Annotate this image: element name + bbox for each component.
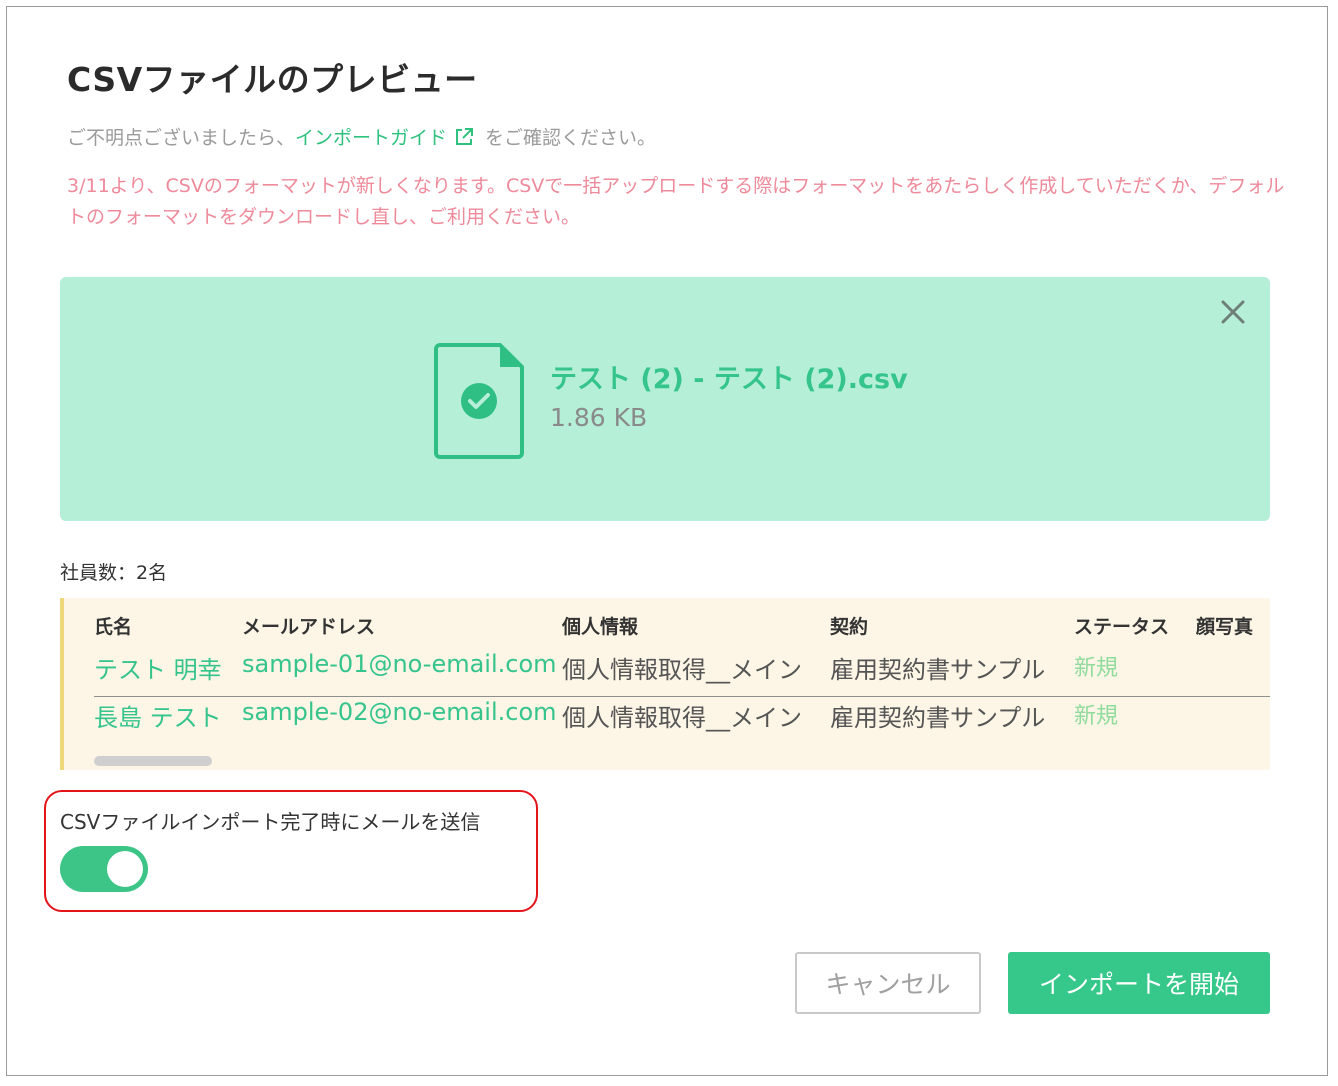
row-1-contract: 雇用契約書サンプル [830,656,1046,684]
import-guide-link[interactable]: インポートガイド [295,123,485,150]
help-text: ご不明点ございましたら、 インポートガイド をご確認ください。 [67,123,656,150]
email-toggle-label: CSVファイルインポート完了時にメールを送信 [60,810,481,834]
row-2-contract: 雇用契約書サンプル [830,704,1046,732]
file-name: テスト (2) - テスト (2).csv [550,364,908,395]
dialog-title: CSVファイルのプレビュー [67,60,478,99]
external-link-icon [456,127,474,145]
horizontal-scrollbar[interactable] [94,756,212,766]
employee-count: 社員数：2名 [60,562,168,584]
email-notification-toggle[interactable] [60,846,148,892]
file-check-icon [434,343,524,459]
help-suffix: をご確認ください。 [485,127,657,149]
header-personal-info: 個人情報 [562,616,639,638]
cancel-button[interactable]: キャンセル [795,952,981,1014]
row-divider [94,696,1270,697]
csv-preview-dialog: CSVファイルのプレビュー ご不明点ございましたら、 インポートガイド をご確認… [6,6,1328,1076]
row-1-name[interactable]: テスト 明幸 [94,650,222,685]
header-status: ステータス [1074,616,1170,638]
row-1-status: 新規 [1074,656,1119,681]
header-name: 氏名 [94,616,133,638]
header-photo: 顔写真 [1196,616,1254,638]
close-icon[interactable] [1218,297,1248,327]
help-prefix: ご不明点ございましたら、 [67,127,296,149]
row-1-personal-info: 個人情報取得__メイン [562,656,802,684]
file-dropzone[interactable]: テスト (2) - テスト (2).csv 1.86 KB [60,277,1270,521]
start-import-button[interactable]: インポートを開始 [1008,952,1270,1014]
file-size: 1.86 KB [550,403,648,432]
format-notice: 3/11より、CSVのフォーマットが新しくなります。CSVで一括アップロードする… [67,175,1285,228]
row-2-status: 新規 [1074,704,1119,729]
header-email: メールアドレス [242,616,376,638]
header-contract: 契約 [830,616,869,638]
row-2-name[interactable]: 長島 テスト [94,698,222,733]
import-guide-label: インポートガイド [295,127,448,149]
row-2-personal-info: 個人情報取得__メイン [562,704,802,732]
row-2-email: sample-02@no-email.com [242,698,557,726]
preview-table: 氏名 メールアドレス 個人情報 契約 ステータス 顔写真 テスト 明幸 samp… [60,598,1270,770]
row-1-email: sample-01@no-email.com [242,650,557,678]
toggle-knob [107,851,143,887]
